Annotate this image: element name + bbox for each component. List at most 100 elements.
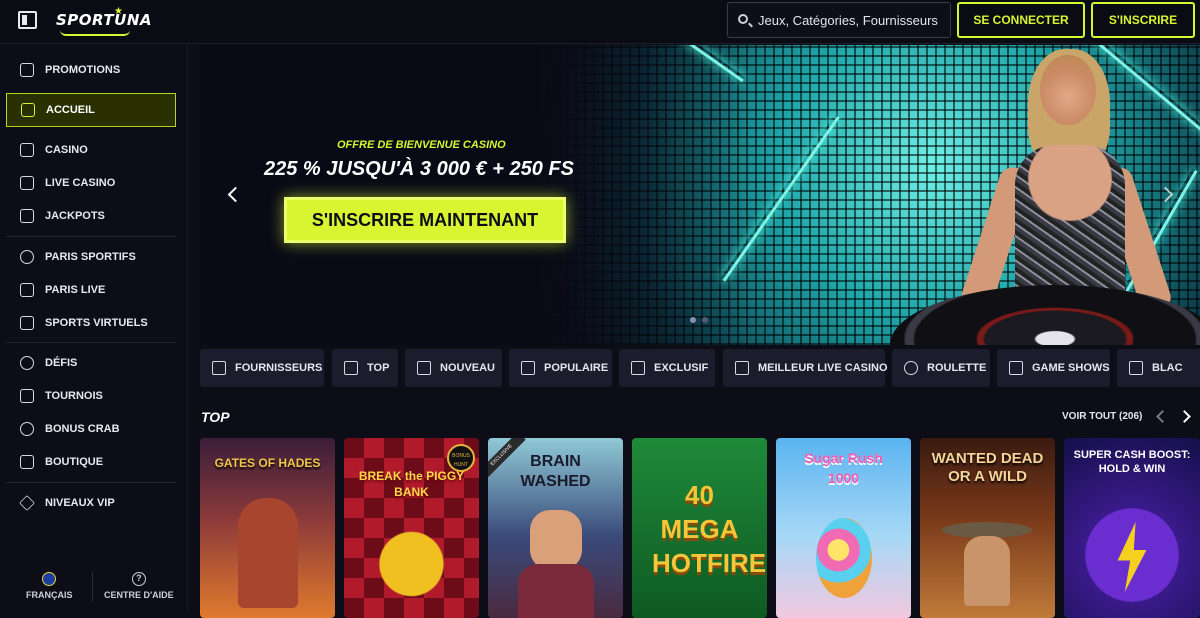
sidebar-item-label: CASINO bbox=[45, 144, 88, 156]
logo-star-icon: ★ bbox=[114, 6, 123, 17]
signup-button[interactable]: S'INSCRIRE bbox=[1091, 2, 1195, 38]
hero-model-image bbox=[957, 49, 1175, 317]
sidebar-item-sports-virtuels[interactable]: SPORTS VIRTUELS bbox=[6, 308, 176, 338]
flame-icon bbox=[521, 361, 535, 375]
sidebar-item-boutique[interactable]: BOUTIQUE bbox=[6, 447, 176, 477]
sidebar-item-label: LIVE CASINO bbox=[45, 177, 116, 189]
carousel-dot[interactable] bbox=[702, 317, 708, 323]
diamond-icon bbox=[19, 495, 35, 511]
hero-signup-button[interactable]: S'INSCRIRE MAINTENANT bbox=[284, 197, 566, 243]
game-title: 40 MEGA HOTFIRE bbox=[652, 480, 767, 578]
sidebar-toggle-icon[interactable] bbox=[18, 11, 37, 29]
category-blackjack[interactable]: BLAC bbox=[1117, 349, 1200, 387]
search-input[interactable]: Jeux, Catégories, Fournisseurs bbox=[727, 2, 951, 38]
video-icon bbox=[20, 283, 34, 297]
category-nouveau[interactable]: NOUVEAU bbox=[405, 349, 502, 387]
sidebar-item-defis[interactable]: DÉFIS bbox=[6, 348, 176, 378]
sidebar-item-bonus-crab[interactable]: BONUS CRAB bbox=[6, 414, 176, 444]
category-top[interactable]: TOP bbox=[332, 349, 398, 387]
language-label: FRANÇAIS bbox=[26, 590, 73, 600]
game-card-gates-of-hades[interactable]: GATES OF HADES bbox=[200, 438, 335, 618]
carousel-prev-icon[interactable] bbox=[227, 186, 244, 203]
lightning-icon bbox=[1117, 522, 1147, 592]
layers-icon bbox=[212, 361, 226, 375]
category-label: FOURNISSEURS bbox=[235, 362, 323, 374]
game-title: GATES OF HADES bbox=[214, 456, 321, 470]
football-icon bbox=[20, 250, 34, 264]
claw-icon bbox=[20, 422, 34, 436]
category-label: POPULAIRE bbox=[544, 362, 609, 374]
lightning-icon bbox=[417, 361, 431, 375]
language-selector[interactable]: FRANÇAIS bbox=[26, 572, 73, 600]
sidebar-item-paris-sportifs[interactable]: PARIS SPORTIFS bbox=[6, 242, 176, 272]
category-label: EXCLUSIF bbox=[654, 362, 709, 374]
shop-icon bbox=[20, 455, 34, 469]
sidebar-item-label: TOURNOIS bbox=[45, 390, 103, 402]
game-card-brain-washed[interactable]: EXCLUSIVE BRAIN WASHED bbox=[488, 438, 623, 618]
category-label: NOUVEAU bbox=[440, 362, 496, 374]
help-center-link[interactable]: ? CENTRE D'AIDE bbox=[104, 572, 174, 600]
search-placeholder: Jeux, Catégories, Fournisseurs bbox=[758, 13, 938, 28]
game-title: SUPER CASH BOOST: HOLD & WIN bbox=[1073, 449, 1191, 475]
category-meilleur-live-casino[interactable]: MEILLEUR LIVE CASINO bbox=[723, 349, 888, 387]
seven-icon bbox=[20, 209, 34, 223]
category-roulette[interactable]: ROULETTE bbox=[892, 349, 990, 387]
sidebar-item-paris-live[interactable]: PARIS LIVE bbox=[6, 275, 176, 305]
sidebar-item-label: JACKPOTS bbox=[45, 210, 105, 222]
games-next-icon[interactable] bbox=[1178, 410, 1191, 423]
section-title: TOP bbox=[201, 409, 230, 425]
category-label: ROULETTE bbox=[927, 362, 987, 374]
game-card-break-the-piggy-bank[interactable]: BONUS HUNT BREAK the PIGGY BANK bbox=[344, 438, 479, 618]
sidebar-item-label: PROMOTIONS bbox=[45, 64, 121, 76]
hero-banner[interactable]: OFFRE DE BIENVENUE CASINO 225 % JUSQU'À … bbox=[200, 45, 1200, 345]
home-icon bbox=[21, 103, 35, 117]
roulette-icon bbox=[904, 361, 918, 375]
sidebar-item-promotions[interactable]: PROMOTIONS bbox=[6, 55, 176, 85]
sidebar-item-label: PARIS SPORTIFS bbox=[45, 251, 136, 263]
carousel-dot-active[interactable] bbox=[690, 317, 696, 323]
top-bar: SPORTUNA ★ Jeux, Catégories, Fournisseur… bbox=[0, 0, 1200, 44]
game-title: Sugar Rush 1000 bbox=[804, 450, 883, 486]
sidebar-item-label: NIVEAUX VIP bbox=[45, 497, 115, 509]
category-bar: FOURNISSEURS TOP NOUVEAU POPULAIRE EXCLU… bbox=[200, 349, 1200, 387]
sidebar: PROMOTIONS ACCUEIL CASINO LIVE CASINO JA… bbox=[0, 45, 188, 612]
microphone-icon bbox=[1009, 361, 1023, 375]
games-prev-icon[interactable] bbox=[1156, 410, 1169, 423]
logo[interactable]: SPORTUNA bbox=[56, 11, 152, 29]
sidebar-divider bbox=[6, 342, 176, 343]
sidebar-item-tournois[interactable]: TOURNOIS bbox=[6, 381, 176, 411]
category-fournisseurs[interactable]: FOURNISSEURS bbox=[200, 349, 324, 387]
hero-subtitle: OFFRE DE BIENVENUE CASINO bbox=[337, 139, 506, 151]
phone-icon bbox=[20, 176, 34, 190]
sidebar-item-niveaux-vip[interactable]: NIVEAUX VIP bbox=[6, 488, 176, 518]
game-title: BRAIN WASHED bbox=[520, 453, 591, 490]
hero-title: 225 % JUSQU'À 3 000 € + 250 FS bbox=[264, 158, 574, 180]
crown-icon bbox=[344, 361, 358, 375]
login-button[interactable]: SE CONNECTER bbox=[957, 2, 1085, 38]
game-card-40-mega-hotfire[interactable]: 40 MEGA HOTFIRE bbox=[632, 438, 767, 618]
footer-divider bbox=[92, 572, 93, 602]
category-populaire[interactable]: POPULAIRE bbox=[509, 349, 612, 387]
game-card-sugar-rush-1000[interactable]: Sugar Rush 1000 bbox=[776, 438, 911, 618]
view-all-link[interactable]: VOIR TOUT (206) bbox=[1062, 411, 1142, 422]
logo-swoosh bbox=[60, 30, 130, 36]
sidebar-item-label: BOUTIQUE bbox=[45, 456, 104, 468]
sidebar-item-accueil[interactable]: ACCUEIL bbox=[6, 93, 176, 127]
live-icon bbox=[735, 361, 749, 375]
trophy-icon bbox=[20, 389, 34, 403]
help-label: CENTRE D'AIDE bbox=[104, 590, 174, 600]
sidebar-item-casino[interactable]: CASINO bbox=[6, 135, 176, 165]
game-card-wanted-dead-or-a-wild[interactable]: WANTED DEAD OR A WILD bbox=[920, 438, 1055, 618]
sidebar-item-label: BONUS CRAB bbox=[45, 423, 120, 435]
category-label: BLAC bbox=[1152, 362, 1183, 374]
category-game-shows[interactable]: GAME SHOWS bbox=[997, 349, 1110, 387]
category-exclusif[interactable]: EXCLUSIF bbox=[619, 349, 715, 387]
sidebar-item-label: DÉFIS bbox=[45, 357, 78, 369]
sidebar-item-label: ACCUEIL bbox=[46, 104, 95, 116]
game-title: BREAK the PIGGY BANK bbox=[358, 469, 465, 499]
game-card-super-cash-boost[interactable]: SUPER CASH BOOST: HOLD & WIN bbox=[1064, 438, 1200, 618]
sidebar-item-live-casino[interactable]: LIVE CASINO bbox=[6, 168, 176, 198]
sidebar-item-jackpots[interactable]: JACKPOTS bbox=[6, 201, 176, 231]
sidebar-divider bbox=[6, 482, 176, 483]
category-label: GAME SHOWS bbox=[1032, 362, 1110, 374]
